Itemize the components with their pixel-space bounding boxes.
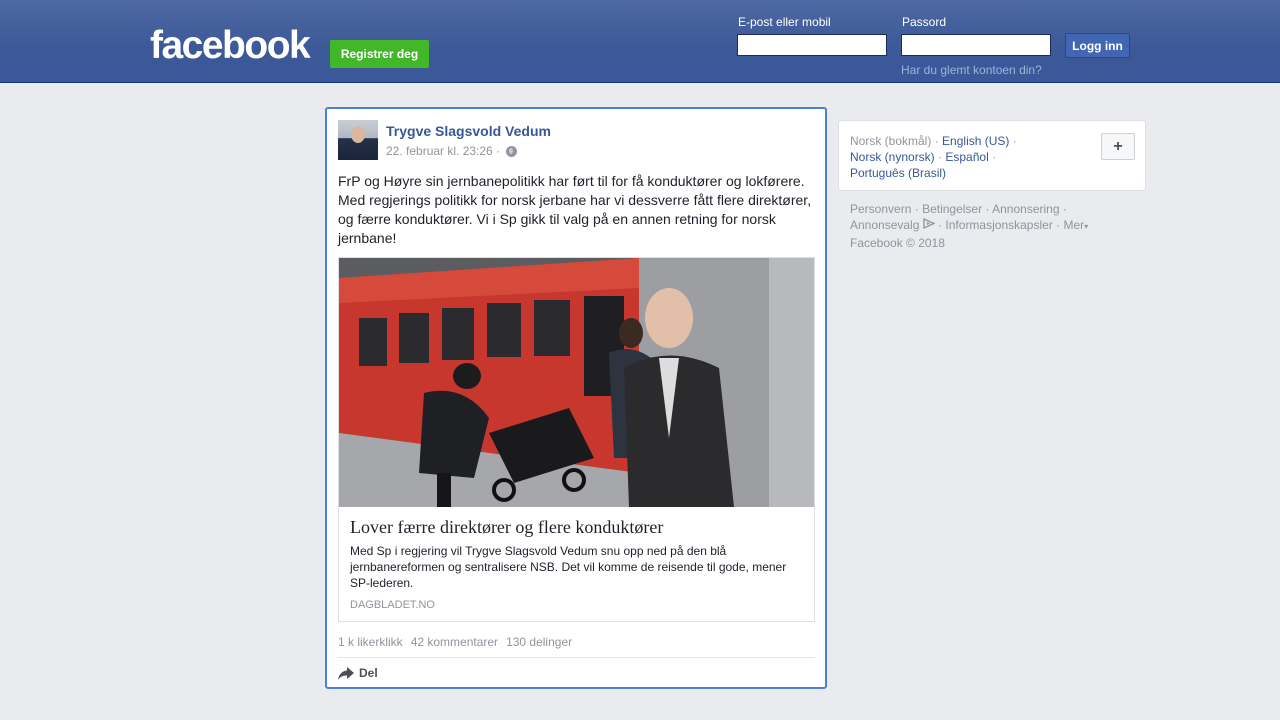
login-button[interactable]: Logg inn	[1065, 33, 1130, 58]
caret-down-icon: ▾	[1084, 222, 1089, 231]
likes-count[interactable]: 1 k likerklikk	[338, 635, 403, 649]
language-spanish[interactable]: Español	[945, 150, 988, 164]
link-preview[interactable]: Lover færre direktører og flere konduktø…	[338, 257, 815, 622]
footer-links: Personvern · Betingelser · Annonsering ·…	[850, 201, 1140, 251]
divider	[338, 657, 815, 658]
post-meta: 22. februar kl. 23:26 ·	[386, 144, 517, 158]
footer-cookies[interactable]: Informasjonskapsler	[945, 218, 1052, 232]
password-field[interactable]	[901, 34, 1051, 56]
add-language-button[interactable]: +	[1101, 133, 1135, 160]
language-english[interactable]: English (US)	[942, 134, 1009, 148]
post-text: FrP og Høyre sin jernbanepolitikk har fø…	[338, 173, 812, 246]
language-selector: Norsk (bokmål) · English (US) · Norsk (n…	[838, 120, 1146, 191]
share-icon	[338, 666, 354, 680]
separator: ·	[938, 150, 943, 164]
footer-more[interactable]: Mer	[1064, 218, 1085, 232]
post-stats: 1 k likerklikk 42 kommentarer 130 deling…	[338, 635, 572, 649]
language-nynorsk[interactable]: Norsk (nynorsk)	[850, 150, 935, 164]
language-current: Norsk (bokmål)	[850, 134, 932, 148]
share-label: Del	[359, 666, 378, 680]
password-label: Passord	[902, 15, 947, 29]
separator: ·	[938, 218, 943, 232]
separator: ·	[1056, 218, 1061, 232]
footer-adchoices[interactable]: Annonsevalg	[850, 218, 919, 232]
separator: ·	[992, 150, 997, 164]
link-title[interactable]: Lover færre direktører og flere konduktø…	[350, 517, 663, 538]
meta-separator: ·	[495, 144, 500, 158]
separator: ·	[1012, 134, 1017, 148]
register-button[interactable]: Registrer deg	[330, 40, 429, 68]
footer-privacy[interactable]: Personvern	[850, 202, 911, 216]
post-card: Trygve Slagsvold Vedum 22. februar kl. 2…	[325, 107, 827, 689]
language-list: Norsk (bokmål) · English (US) · Norsk (n…	[850, 133, 1090, 181]
link-image[interactable]	[339, 258, 814, 507]
separator: ·	[914, 202, 919, 216]
language-portuguese[interactable]: Português (Brasil)	[850, 166, 946, 180]
footer-terms[interactable]: Betingelser	[922, 202, 982, 216]
email-label: E-post eller mobil	[738, 15, 831, 29]
comments-count[interactable]: 42 kommentarer	[411, 635, 498, 649]
share-button[interactable]: Del	[338, 666, 378, 680]
separator: ·	[1062, 202, 1067, 216]
separator: ·	[985, 202, 990, 216]
post-author[interactable]: Trygve Slagsvold Vedum	[386, 123, 551, 139]
link-info[interactable]: Lover færre direktører og flere konduktø…	[339, 507, 814, 621]
facebook-logo[interactable]: facebook	[150, 26, 311, 66]
footer-advertising[interactable]: Annonsering	[992, 202, 1059, 216]
link-domain: DAGBLADET.NO	[350, 599, 435, 611]
avatar[interactable]	[338, 120, 378, 160]
footer-copyright: Facebook © 2018	[850, 236, 945, 250]
top-bar: facebook Registrer deg E-post eller mobi…	[0, 0, 1280, 83]
adchoices-icon	[923, 217, 936, 230]
email-field[interactable]	[737, 34, 887, 56]
link-description: Med Sp i regjering vil Trygve Slagsvold …	[350, 544, 787, 590]
separator: ·	[934, 134, 939, 148]
globe-icon	[505, 145, 517, 157]
post-timestamp[interactable]: 22. februar kl. 23:26	[386, 144, 493, 158]
forgot-account-link[interactable]: Har du glemt kontoen din?	[901, 63, 1042, 77]
shares-count[interactable]: 130 delinger	[506, 635, 572, 649]
